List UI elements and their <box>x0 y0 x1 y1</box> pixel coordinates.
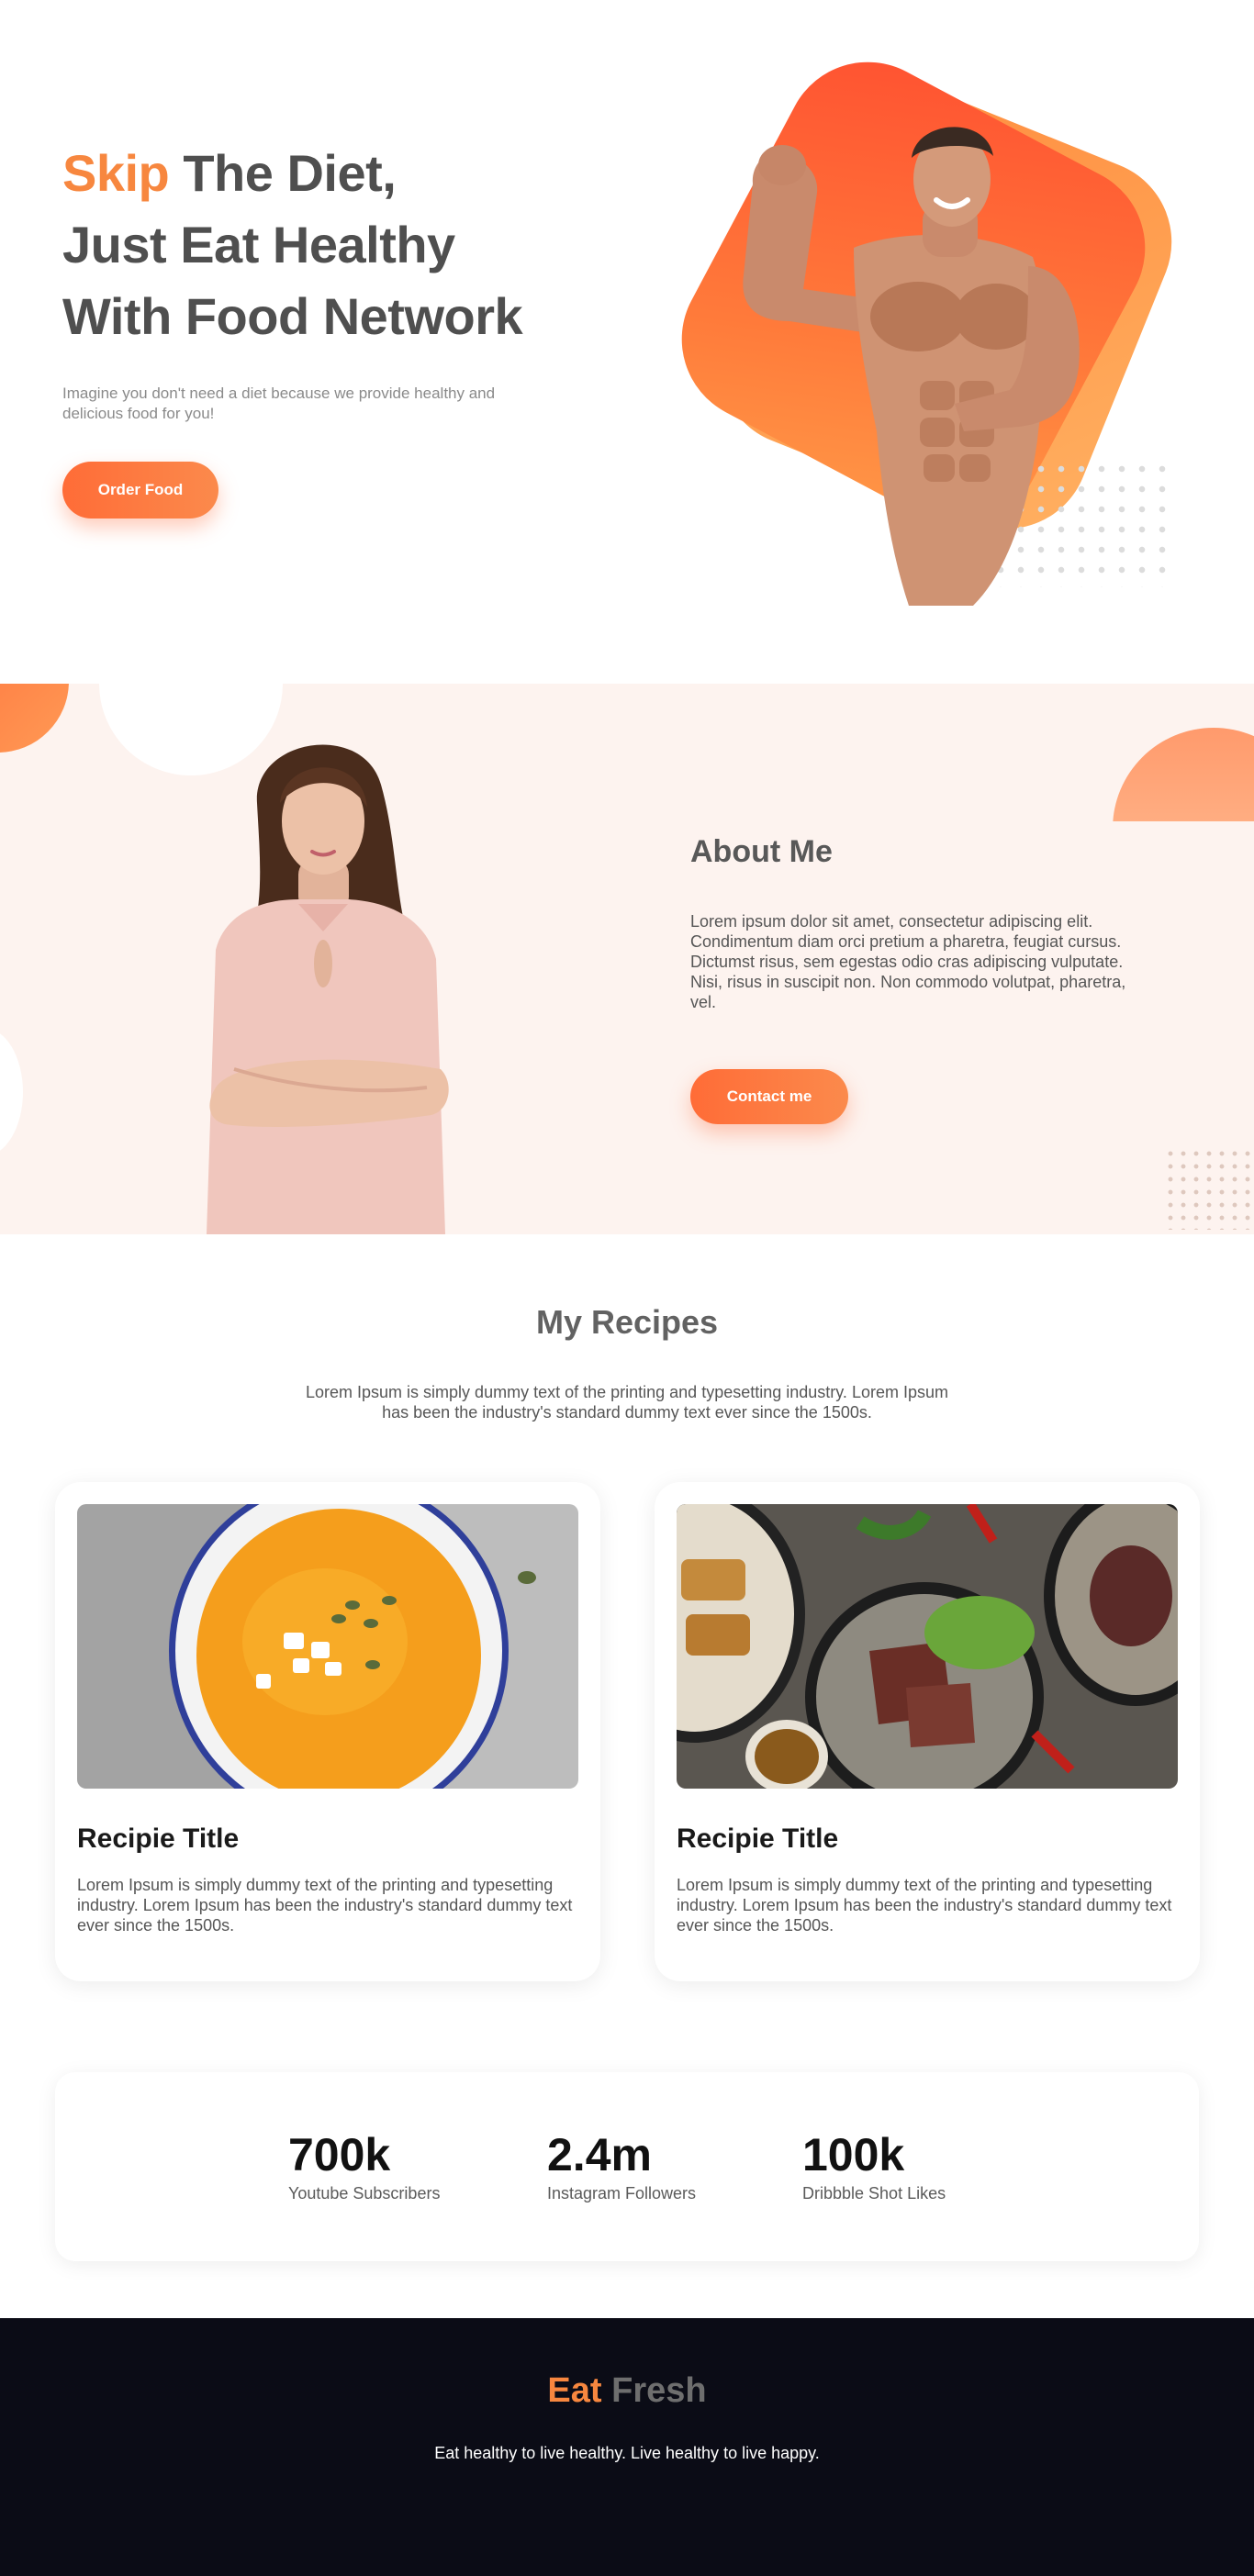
stat-value: 100k <box>802 2129 905 2180</box>
recipe-title: Recipie Title <box>77 1823 240 1854</box>
recipe-image-soup <box>77 1504 578 1789</box>
hero-title: Skip The Diet, Just Eat Healthy With Foo… <box>62 138 650 352</box>
portrait-image <box>207 744 449 1234</box>
recipe-image-steak <box>677 1504 1178 1789</box>
footer-logo-rest: Fresh <box>611 2371 707 2410</box>
about-section: About Me Lorem ipsum dolor sit amet, con… <box>0 684 1254 1234</box>
stat-label: Youtube Subscribers <box>288 2184 441 2202</box>
stat-label: Instagram Followers <box>547 2184 697 2202</box>
recipe-text: Lorem Ipsum is simply dummy text of the … <box>77 1876 573 1935</box>
about-dot-pattern <box>1164 1147 1254 1230</box>
hero-title-line3: With Food Network <box>62 287 523 345</box>
stats-panel: 700k Youtube Subscribers 2.4m Instagram … <box>55 2072 1199 2261</box>
stat-youtube: 700k Youtube Subscribers <box>288 2129 440 2203</box>
stat-value: 2.4m <box>547 2129 652 2180</box>
hero-title-line2: Just Eat Healthy <box>62 216 455 273</box>
decor-circle-white-left <box>0 1028 23 1156</box>
hero-illustration <box>643 32 1230 606</box>
recipes-title: My Recipes <box>535 1303 719 1341</box>
stat-label: Dribbble Shot Likes <box>802 2184 946 2202</box>
about-title: About Me <box>690 834 833 869</box>
about-text: Lorem ipsum dolor sit amet, consectetur … <box>690 912 1126 1011</box>
footer-tagline: Eat healthy to live healthy. Live health… <box>434 2444 820 2462</box>
recipe-card[interactable]: Recipie Title Lorem Ipsum is simply dumm… <box>55 1482 600 1981</box>
recipes-description: Lorem Ipsum is simply dummy text of the … <box>306 1383 948 1422</box>
decor-circle-orange <box>0 684 69 753</box>
recipe-text: Lorem Ipsum is simply dummy text of the … <box>677 1876 1172 1935</box>
hero-title-accent: Skip <box>62 144 170 202</box>
order-food-button[interactable]: Order Food <box>62 462 218 519</box>
footer-logo-accent: Eat <box>547 2371 602 2410</box>
hero-section: Skip The Diet, Just Eat Healthy With Foo… <box>0 0 1254 684</box>
stat-dribbble: 100k Dribbble Shot Likes <box>802 2129 946 2203</box>
athlete-image <box>743 127 1080 606</box>
hero-subtitle: Imagine you don't need a diet because we… <box>62 385 496 422</box>
footer-logo[interactable]: Eat Fresh <box>0 2371 1254 2411</box>
recipe-card[interactable]: Recipie Title Lorem Ipsum is simply dumm… <box>655 1482 1200 1981</box>
hero-title-line1: The Diet, <box>169 144 397 202</box>
footer: Eat Fresh Eat healthy to live healthy. L… <box>0 2318 1254 2576</box>
stat-value: 700k <box>288 2129 391 2180</box>
recipe-title: Recipie Title <box>677 1823 839 1854</box>
stat-instagram: 2.4m Instagram Followers <box>547 2129 696 2203</box>
contact-me-button[interactable]: Contact me <box>690 1069 848 1124</box>
